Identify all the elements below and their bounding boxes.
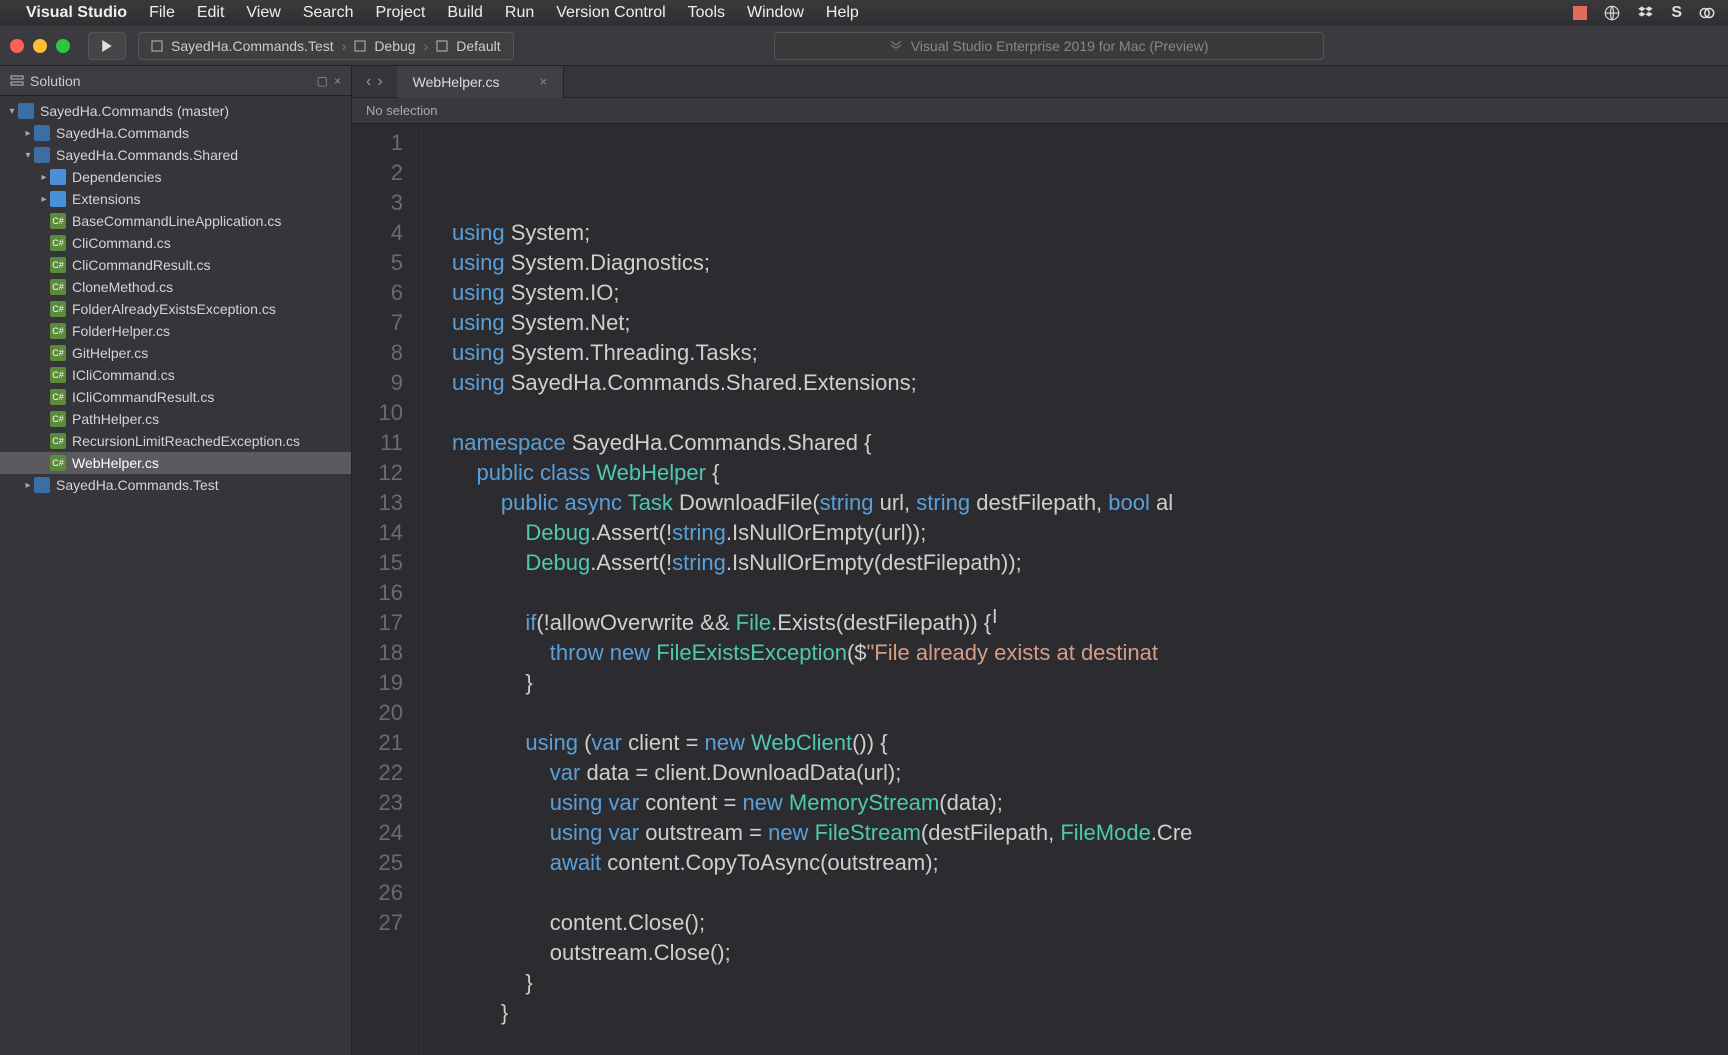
file-folderhelper[interactable]: C#FolderHelper.cs — [0, 320, 351, 342]
file-webhelper[interactable]: C#WebHelper.cs — [0, 452, 351, 474]
menu-window[interactable]: Window — [747, 4, 804, 22]
nav-forward-button[interactable]: › — [377, 73, 382, 91]
file-recursionlimitreachedexception[interactable]: C#RecursionLimitReachedException.cs — [0, 430, 351, 452]
run-button[interactable] — [88, 32, 126, 60]
menu-build[interactable]: Build — [447, 4, 483, 22]
text-cursor-icon: I — [992, 602, 998, 632]
solution-pad-header: Solution ▢ × — [0, 66, 351, 96]
globe-icon[interactable] — [1603, 4, 1621, 22]
config-build: Debug — [374, 38, 415, 54]
s-logo-icon[interactable]: S — [1671, 4, 1682, 22]
menu-edit[interactable]: Edit — [197, 4, 225, 22]
code-editor[interactable]: 1234567891011121314151617181920212223242… — [352, 124, 1728, 1055]
editor-tabbar: ‹ › WebHelper.cs × — [352, 66, 1728, 98]
menu-run[interactable]: Run — [505, 4, 534, 22]
file-clicommand[interactable]: C#CliCommand.cs — [0, 232, 351, 254]
macos-menubar: Visual Studio File Edit View Search Proj… — [0, 0, 1728, 26]
menu-version-control[interactable]: Version Control — [556, 4, 665, 22]
project-shared[interactable]: ▾SayedHa.Commands.Shared — [0, 144, 351, 166]
file-folderalreadyexistsexception[interactable]: C#FolderAlreadyExistsException.cs — [0, 298, 351, 320]
search-placeholder: Visual Studio Enterprise 2019 for Mac (P… — [911, 38, 1209, 54]
solution-pad-title: Solution — [30, 73, 81, 89]
menu-help[interactable]: Help — [826, 4, 859, 22]
nav-back-button[interactable]: ‹ — [366, 73, 371, 91]
menu-project[interactable]: Project — [376, 4, 426, 22]
menu-tools[interactable]: Tools — [688, 4, 725, 22]
file-iclicommand[interactable]: C#ICliCommand.cs — [0, 364, 351, 386]
pad-autohide-icon[interactable]: ▢ — [317, 74, 328, 88]
project-commands[interactable]: ▸SayedHa.Commands — [0, 122, 351, 144]
menu-search[interactable]: Search — [303, 4, 354, 22]
tab-title: WebHelper.cs — [413, 74, 500, 90]
app-menu[interactable]: Visual Studio — [26, 4, 127, 22]
folder-dependencies[interactable]: ▸Dependencies — [0, 166, 351, 188]
config-target: Default — [456, 38, 500, 54]
window-minimize-button[interactable] — [33, 39, 47, 53]
run-configuration-selector[interactable]: SayedHa.Commands.Test › Debug › Default — [138, 32, 514, 60]
menu-view[interactable]: View — [246, 4, 280, 22]
file-iclicommandresult[interactable]: C#ICliCommandResult.cs — [0, 386, 351, 408]
global-search[interactable]: Visual Studio Enterprise 2019 for Mac (P… — [774, 32, 1324, 60]
file-pathhelper[interactable]: C#PathHelper.cs — [0, 408, 351, 430]
file-clicommandresult[interactable]: C#CliCommandResult.cs — [0, 254, 351, 276]
code-content[interactable]: I using System;using System.Diagnostics;… — [422, 124, 1192, 1055]
pad-close-icon[interactable]: × — [334, 74, 341, 88]
config-project: SayedHa.Commands.Test — [171, 38, 334, 54]
solution-root[interactable]: ▾SayedHa.Commands (master) — [0, 100, 351, 122]
line-number-gutter: 1234567891011121314151617181920212223242… — [352, 124, 422, 1055]
file-basecommandlineapplication[interactable]: C#BaseCommandLineApplication.cs — [0, 210, 351, 232]
window-traffic-lights — [10, 39, 70, 53]
window-zoom-button[interactable] — [56, 39, 70, 53]
vs-toolbar: SayedHa.Commands.Test › Debug › Default … — [0, 26, 1728, 66]
menu-file[interactable]: File — [149, 4, 175, 22]
editor-breadcrumb[interactable]: No selection — [352, 98, 1728, 124]
solution-pad: Solution ▢ × ▾SayedHa.Commands (master)▸… — [0, 66, 352, 1055]
dropbox-icon[interactable] — [1637, 4, 1655, 22]
project-test[interactable]: ▸SayedHa.Commands.Test — [0, 474, 351, 496]
status-tray-icon[interactable] — [1573, 6, 1587, 20]
file-clonemethod[interactable]: C#CloneMethod.cs — [0, 276, 351, 298]
cc-icon[interactable] — [1698, 4, 1716, 22]
file-githelper[interactable]: C#GitHelper.cs — [0, 342, 351, 364]
editor-area: ‹ › WebHelper.cs × No selection 12345678… — [352, 66, 1728, 1055]
tab-close-icon[interactable]: × — [540, 74, 548, 89]
window-close-button[interactable] — [10, 39, 24, 53]
editor-tab-active[interactable]: WebHelper.cs × — [397, 66, 565, 98]
folder-extensions[interactable]: ▸Extensions — [0, 188, 351, 210]
solution-tree[interactable]: ▾SayedHa.Commands (master)▸SayedHa.Comma… — [0, 96, 351, 500]
